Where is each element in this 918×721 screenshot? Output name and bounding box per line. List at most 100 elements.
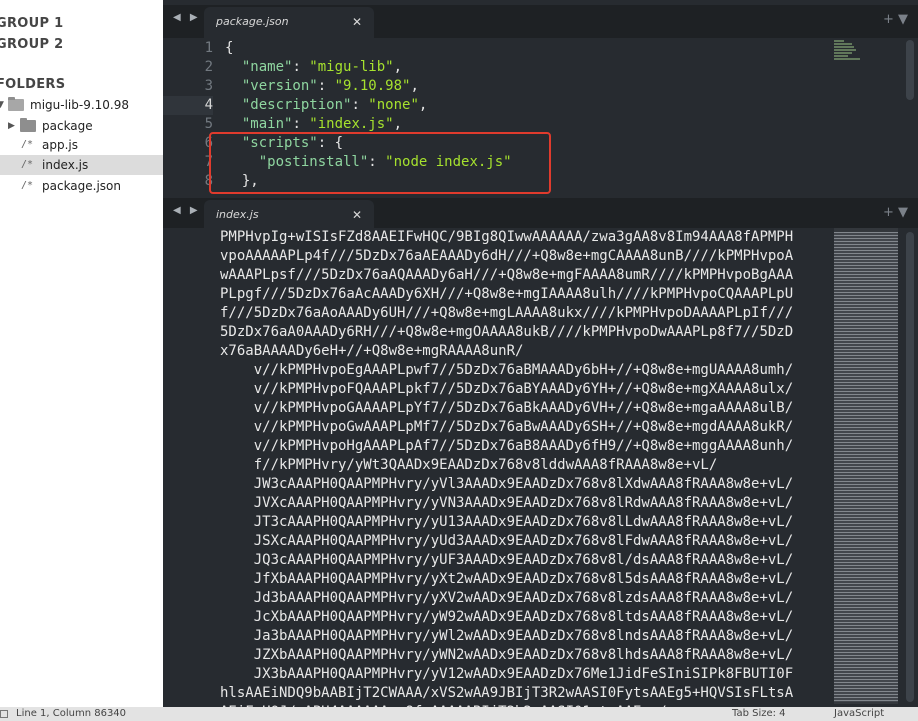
line-number: 8 (204, 173, 213, 189)
line-number: 6 (204, 135, 213, 151)
code-line: JQ3cAAAPH0QAAPMPHvry/yUF3AAADx9EAADzDx76… (220, 552, 794, 568)
code-line: f//kPMPHvry/yWt3QAADx9EAADzDx768v8lddwAA… (220, 457, 718, 473)
new-tab-menu-icon[interactable]: + ▼ (883, 205, 908, 220)
close-icon[interactable]: ✕ (352, 15, 362, 29)
line-number: 4 (204, 97, 213, 113)
tab-title: index.js (216, 208, 259, 221)
code-token: : (317, 78, 335, 94)
code-line: wAAAPLpsf///5DzDx76aAQAAADy6aH///+Q8w8e+… (220, 267, 794, 283)
line-number: 7 (204, 154, 213, 170)
vertical-scrollbar[interactable] (906, 232, 914, 702)
code-line: JfXbAAAPH0QAAPMPHvry/yXt2wAADx9EAADzDx76… (220, 571, 794, 587)
code-token: , (418, 97, 428, 113)
line-number: 5 (204, 116, 213, 132)
tree-item-package-folder[interactable]: ▶ package (0, 116, 163, 136)
highlight-annotation-box (209, 132, 551, 194)
code-line: "description": "none", (225, 96, 512, 115)
code-token: , (410, 78, 419, 94)
line-number: 2 (204, 59, 213, 75)
code-line: x76aBAAAADy6eH+//+Q8w8e+mgRAAAA8unR/ (220, 343, 524, 359)
disclosure-open-icon[interactable]: ▼ (0, 95, 4, 115)
tree-item-package-json[interactable]: /* package.json (0, 176, 163, 196)
cursor-position: Line 1, Column 86340 (16, 708, 127, 719)
code-line: { (225, 39, 512, 58)
tree-item-app-js[interactable]: /* app.js (0, 135, 163, 155)
tab-nav-arrows-icon[interactable]: ◀ ▶ (173, 205, 201, 216)
code-line: JX3bAAAPH0QAAPMPHvry/yV12wAADx9EAADzDx76… (220, 666, 794, 682)
panel-toggle-icon[interactable] (0, 710, 8, 718)
editor-pane-package-json: ◀ ▶ package.json ✕ + ▼ 1 2 3 4 5 6 7 8 { "name"… (163, 0, 918, 198)
code-token: : (292, 59, 310, 75)
code-line: "version": "9.10.98", (225, 77, 512, 96)
code-token: "version" (241, 78, 318, 94)
folder-icon (20, 118, 36, 132)
code-token: , (393, 116, 403, 132)
code-line: PLpgf///5DzDx76aAcAAADy6XH///+Q8w8e+mgIA… (220, 286, 794, 302)
line-number: 3 (204, 78, 213, 94)
tab-package-json[interactable]: package.json ✕ (204, 7, 374, 38)
code-token: "migu-lib" (309, 59, 394, 75)
js-file-icon: /* (21, 159, 34, 170)
code-line: f///5DzDx76aAoAAADy6UH///+Q8w8e+mgLAAAA8… (220, 305, 794, 321)
sidebar-group-1[interactable]: GROUP 1 (0, 16, 64, 31)
code-token: , (393, 59, 403, 75)
tab-nav-arrows-icon[interactable]: ◀ ▶ (173, 12, 201, 23)
code-line: vpoAAAAAPLp4f///5DzDx76aAEAAADy6dH///+Q8… (220, 248, 794, 264)
tree-item-label: migu-lib-9.10.98 (30, 98, 129, 112)
sidebar: GROUP 1 GROUP 2 FOLDERS ▼ migu-lib-9.10.… (0, 0, 163, 707)
editor-pane-index-js: ◀ ▶ index.js ✕ + ▼ PMPHvpIg+wISIsFZd8AAE… (163, 198, 918, 707)
sidebar-group-2[interactable]: GROUP 2 (0, 37, 64, 52)
minimap-viewport[interactable] (834, 228, 898, 704)
disclosure-closed-icon[interactable]: ▶ (8, 116, 15, 136)
code-token: "main" (241, 116, 293, 132)
new-tab-menu-icon[interactable]: + ▼ (883, 12, 908, 27)
js-file-icon: /* (21, 139, 34, 150)
code-line: Jd3bAAAPH0QAAPMPHvry/yXV2wAADx9EAADzDx76… (220, 590, 794, 606)
tab-index-js[interactable]: index.js ✕ (204, 200, 374, 228)
syntax-indicator[interactable]: JavaScript (834, 708, 884, 719)
code-line: PMPHvpIg+wISIsFZd8AAEIFwHQC/9BIg8QIwwAAA… (220, 229, 794, 245)
tree-item-label: package (42, 119, 93, 133)
minimap[interactable] (834, 40, 866, 62)
code-line: JZXbAAAPH0QAAPMPHvry/yWN2wAADx9EAADzDx76… (220, 647, 794, 663)
folder-open-icon (8, 97, 24, 111)
line-number: 1 (204, 40, 213, 56)
code-line: JW3cAAAPH0QAAPMPHvry/yVl3AAADx9EAADzDx76… (220, 476, 794, 492)
status-bar: Line 1, Column 86340 Tab Size: 4 JavaScr… (0, 707, 918, 721)
vertical-scrollbar[interactable] (906, 40, 914, 100)
code-token: { (225, 40, 234, 56)
tab-bar: ◀ ▶ index.js ✕ + ▼ (163, 198, 918, 228)
tab-title: package.json (216, 15, 289, 28)
code-line: Ja3bAAAPH0QAAPMPHvry/yWl2wAADx9EAADzDx76… (220, 628, 794, 644)
code-line: JSXcAAAPH0QAAPMPHvry/yUd3AAADx9EAADzDx76… (220, 533, 794, 549)
json-file-icon: /* (21, 180, 34, 191)
code-line: v//kPMPHvpoGAAAAPLpYf7//5DzDx76aBkAAADy6… (220, 400, 794, 416)
code-token: "name" (241, 59, 293, 75)
code-line: 5DzDx76aA0AAADy6RH///+Q8w8e+mgOAAAA8ukB/… (220, 324, 794, 340)
tree-item-label: index.js (42, 158, 89, 172)
close-icon[interactable]: ✕ (352, 208, 362, 222)
line-number-gutter: 1 2 3 4 5 6 7 8 (163, 39, 213, 191)
tree-item-index-js[interactable]: /* index.js (0, 155, 163, 175)
code-line: v//kPMPHvpoFQAAAPLpkf7//5DzDx76aBYAAADy6… (220, 381, 794, 397)
tree-item-label: package.json (42, 179, 122, 193)
code-token: "index.js" (309, 116, 394, 132)
code-token: "9.10.98" (334, 78, 411, 94)
code-area-index-js[interactable]: PMPHvpIg+wISIsFZd8AAEIFwHQC/9BIg8QIwwAAA… (220, 228, 793, 707)
code-line: "name": "migu-lib", (225, 58, 512, 77)
tab-size-indicator[interactable]: Tab Size: 4 (732, 708, 786, 719)
tab-bar: ◀ ▶ package.json ✕ + ▼ (163, 5, 918, 38)
code-line: hlsAAEiNDQ9bAABIjT2CWAAA/xVS2wAA9JBIjT3R… (220, 685, 794, 701)
code-token: "none" (368, 97, 419, 113)
code-line: v//kPMPHvpoGwAAAPLpMf7//5DzDx76aBwAAADy6… (220, 419, 794, 435)
tree-item-label: app.js (42, 138, 78, 152)
code-line: JVXcAAAPH0QAAPMPHvry/yVN3AAADx9EAADzDx76… (220, 495, 794, 511)
tree-item-root-folder[interactable]: ▼ migu-lib-9.10.98 (0, 95, 163, 115)
code-line: JcXbAAAPH0QAAPMPHvry/yW92wAADx9EAADzDx76… (220, 609, 794, 625)
code-token: : (351, 97, 369, 113)
code-line: v//kPMPHvpoEgAAAPLpwf7//5DzDx76aBMAAADy6… (220, 362, 794, 378)
code-line: v//kPMPHvpoHgAAAPLpAf7//5DzDx76aB8AAADy6… (220, 438, 794, 454)
